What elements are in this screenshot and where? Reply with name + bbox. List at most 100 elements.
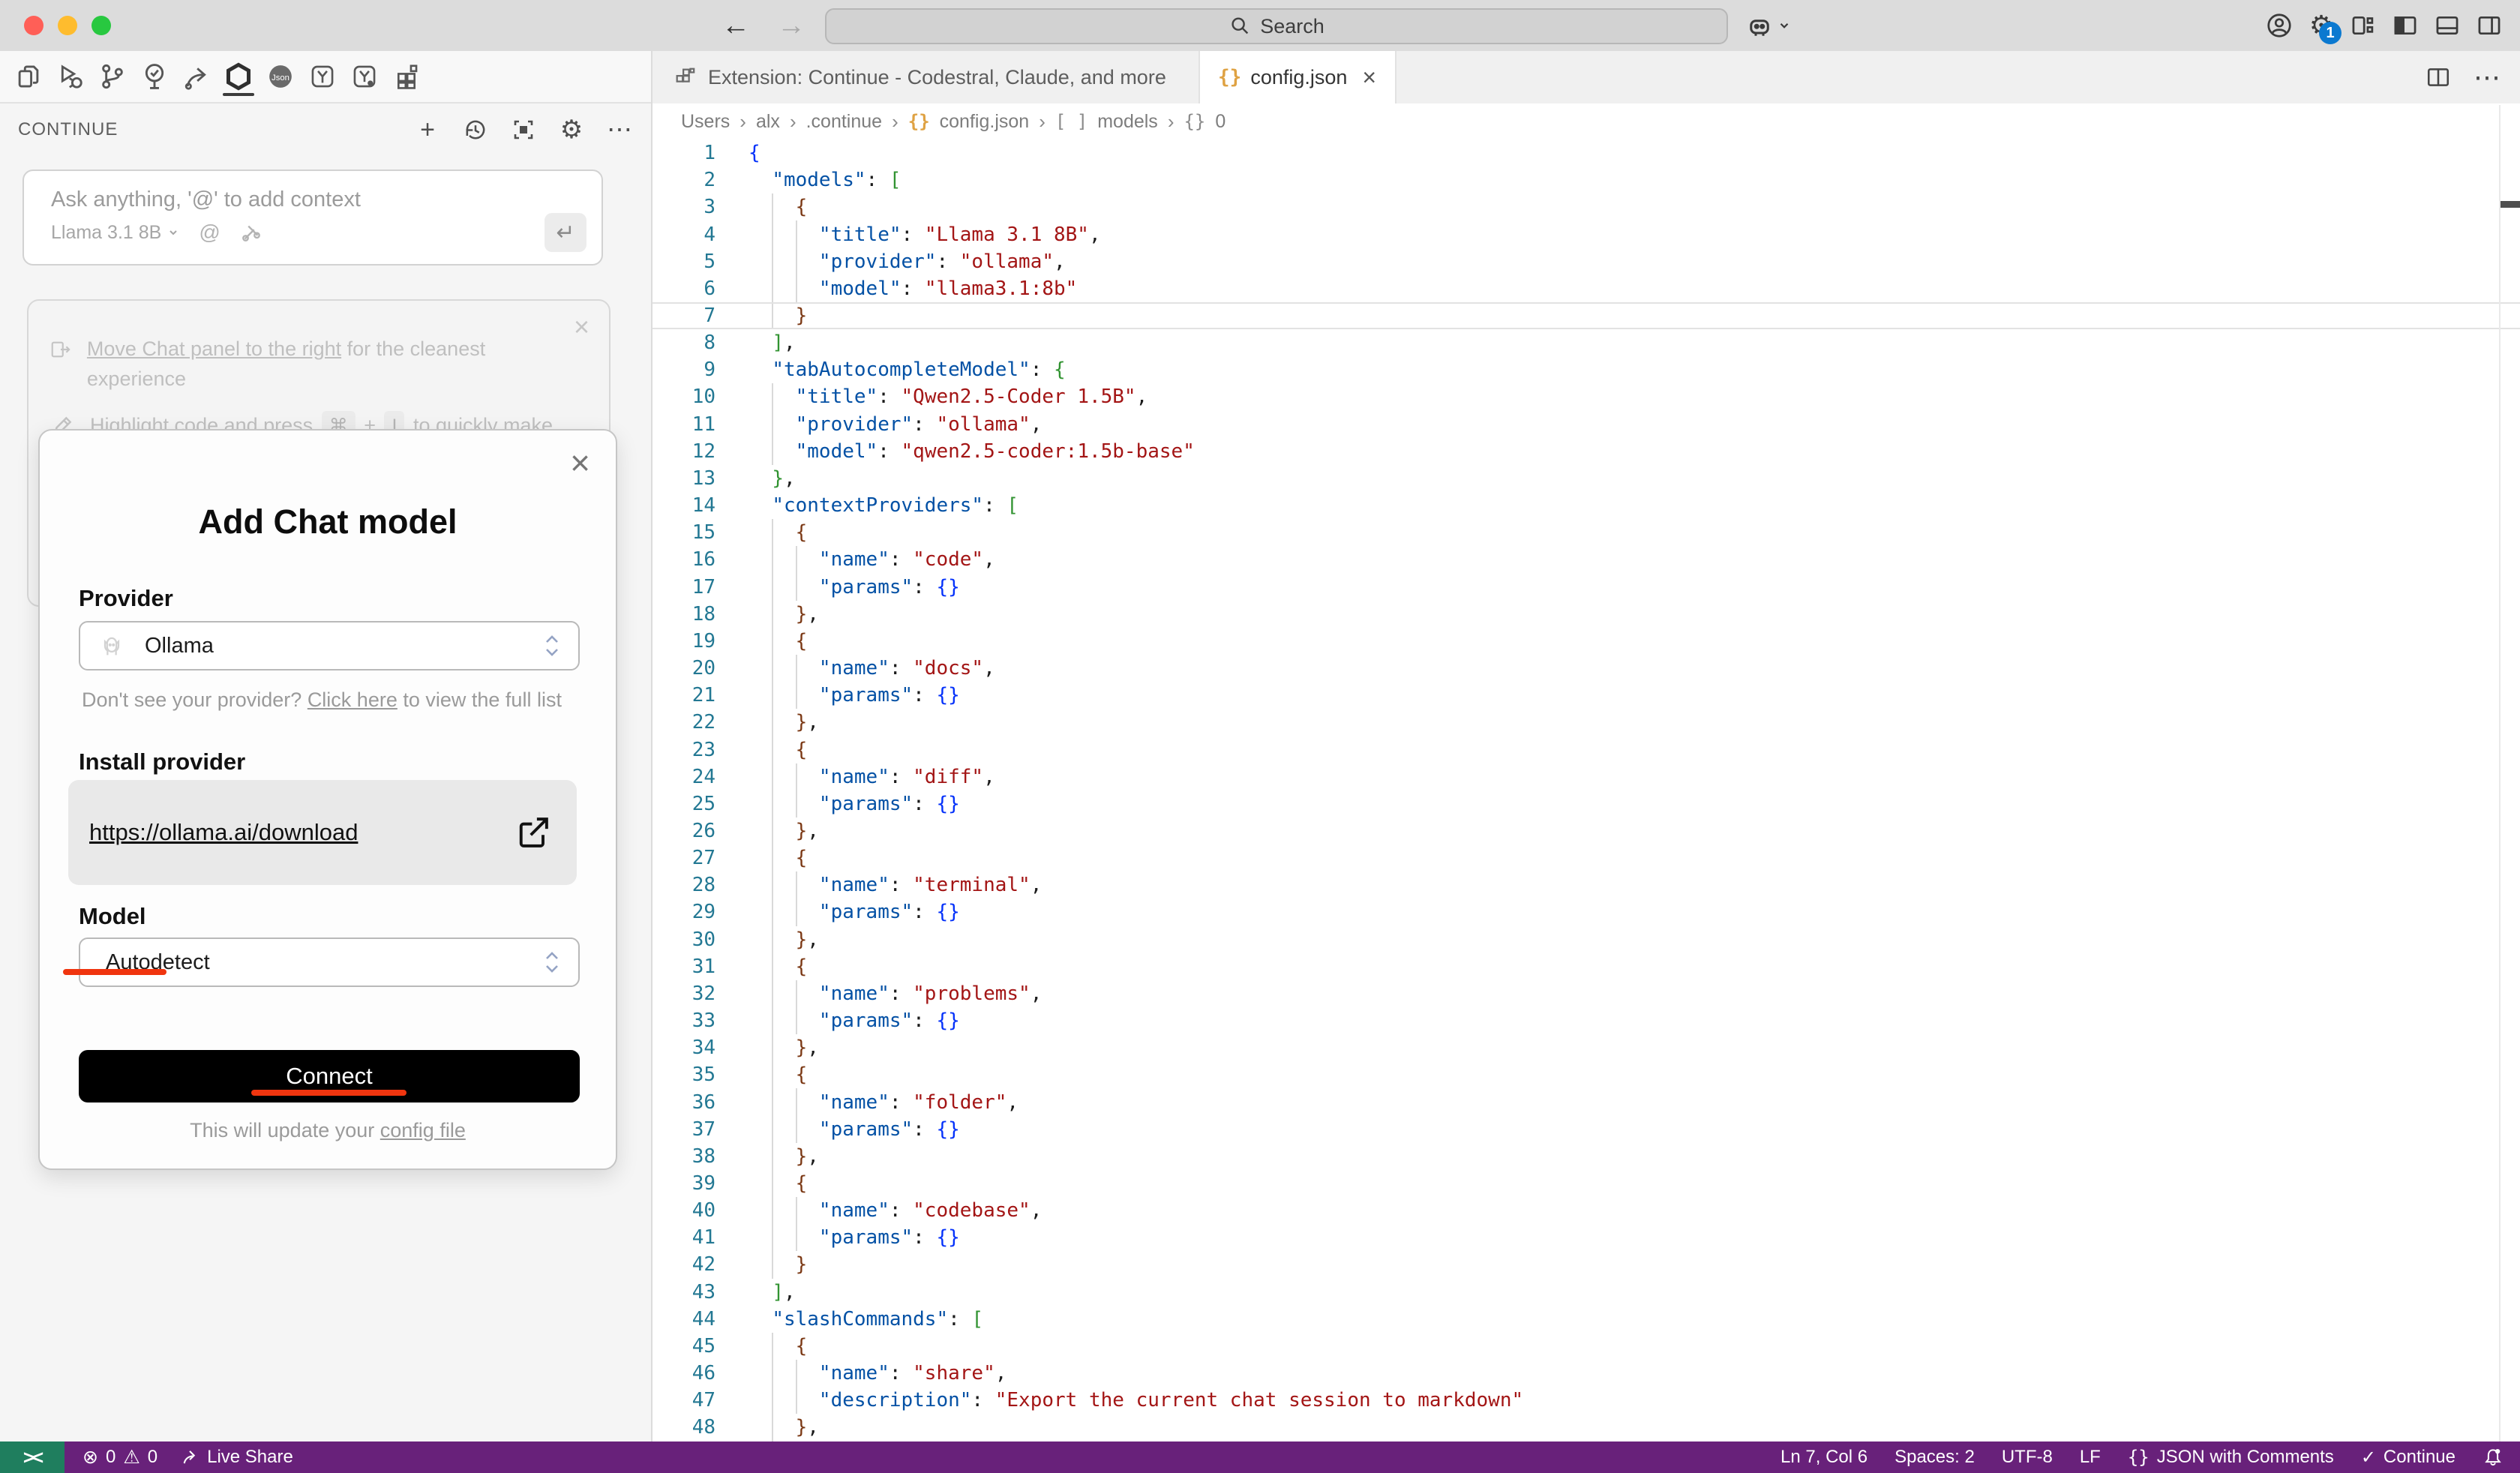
code-line[interactable]: 7 } [652,302,2520,329]
move-chat-panel-link[interactable]: Move Chat panel to the right [87,338,341,360]
code-line[interactable]: 41 "params": {} [652,1224,2520,1251]
line-number[interactable]: 48 [652,1416,716,1438]
click-here-link[interactable]: Click here [308,688,398,711]
line-number[interactable]: 16 [652,548,716,571]
code-line[interactable]: 31 { [652,953,2520,980]
code-line[interactable]: 34 }, [652,1034,2520,1061]
code-line[interactable]: 33 "params": {} [652,1007,2520,1034]
code-line[interactable]: 3 { [652,194,2520,220]
code-line[interactable]: 9 "tabAutocompleteModel": { [652,356,2520,383]
run-debug-icon[interactable] [54,56,87,98]
line-number[interactable]: 17 [652,576,716,598]
toggle-secondary-sidebar-icon[interactable] [2475,11,2504,40]
code-line[interactable]: 26 }, [652,818,2520,844]
code-line[interactable]: 18 }, [652,601,2520,628]
forward-icon[interactable]: → [777,10,806,42]
line-number[interactable]: 35 [652,1064,716,1086]
line-number[interactable]: 15 [652,521,716,544]
remote-indicator[interactable]: >< [0,1442,64,1473]
close-icon[interactable]: × [574,311,590,343]
line-number[interactable]: 29 [652,901,716,923]
model-selector[interactable]: Llama 3.1 8B [51,222,179,244]
code-line[interactable]: 12 "model": "qwen2.5-coder:1.5b-base" [652,438,2520,465]
json-extension-icon[interactable]: Json [264,56,297,98]
close-tab-icon[interactable]: × [1362,64,1376,92]
code-line[interactable]: 17 "params": {} [652,574,2520,601]
code-line[interactable]: 16 "name": "code", [652,546,2520,573]
code-line[interactable]: 43 ], [652,1279,2520,1306]
line-number[interactable]: 5 [652,250,716,273]
code-line[interactable]: 10 "title": "Qwen2.5-Coder 1.5B", [652,383,2520,410]
add-context-icon[interactable]: @ [199,220,220,244]
indentation[interactable]: Spaces: 2 [1894,1447,1975,1468]
minimize-window-button[interactable] [58,16,77,35]
line-number[interactable]: 30 [652,928,716,951]
external-link-icon[interactable] [512,812,554,854]
line-number[interactable]: 7 [652,304,716,327]
code-line[interactable]: 30 }, [652,926,2520,953]
code-line[interactable]: 36 "name": "folder", [652,1088,2520,1115]
editor-more-icon[interactable]: ⋯ [2474,62,2500,93]
line-number[interactable]: 25 [652,793,716,815]
files-icon[interactable] [12,56,45,98]
line-number[interactable]: 21 [652,684,716,706]
testing-icon[interactable] [138,56,171,98]
code-line[interactable]: 40 "name": "codebase", [652,1197,2520,1224]
code-line[interactable]: 27 { [652,844,2520,872]
continue-status[interactable]: ✓ Continue [2361,1447,2456,1468]
code-line[interactable]: 29 "params": {} [652,898,2520,926]
line-number[interactable]: 40 [652,1199,716,1222]
search-input[interactable]: Search [825,8,1728,44]
zoom-window-button[interactable] [92,16,111,35]
line-number[interactable]: 18 [652,603,716,626]
live-share-button[interactable]: Live Share [180,1447,293,1468]
code-line[interactable]: 6 "model": "llama3.1:8b" [652,275,2520,302]
ollama-download-link[interactable]: https://ollama.ai/download [89,819,358,846]
notifications-bell[interactable] [2482,1447,2504,1468]
line-number[interactable]: 3 [652,196,716,218]
customize-layout-icon[interactable] [2349,11,2378,40]
close-window-button[interactable] [24,16,44,35]
split-editor-icon[interactable] [2426,64,2451,90]
cursor-position[interactable]: Ln 7, Col 6 [1780,1447,1868,1468]
line-number[interactable]: 44 [652,1308,716,1330]
provider-select[interactable]: Ollama [79,621,580,670]
breadcrumb-models[interactable]: models [1097,111,1158,133]
code-line[interactable]: 48 }, [652,1414,2520,1441]
code-line[interactable]: 5 "provider": "ollama", [652,248,2520,275]
new-chat-icon[interactable]: + [414,116,441,143]
line-number[interactable]: 33 [652,1010,716,1032]
breadcrumb-users[interactable]: Users [681,111,730,133]
breadcrumb-config-json[interactable]: config.json [940,111,1030,133]
line-number[interactable]: 20 [652,657,716,680]
code-line[interactable]: 8 ], [652,329,2520,356]
code-line[interactable]: 32 "name": "problems", [652,980,2520,1007]
code-line[interactable]: 39 { [652,1170,2520,1197]
code-line[interactable]: 35 { [652,1061,2520,1088]
code-line[interactable]: 45 { [652,1333,2520,1360]
tools-icon[interactable] [240,221,262,244]
blocks-icon[interactable] [390,56,423,98]
code-editor[interactable]: 1 { 2 "models": [ 3 { 4 "title": "Llama … [652,140,2520,1442]
line-number[interactable]: 32 [652,982,716,1005]
line-number[interactable]: 24 [652,766,716,788]
settings-gear-icon[interactable]: ⚙ 1 [2307,11,2336,40]
line-number[interactable]: 12 [652,440,716,463]
model-select[interactable]: Autodetect [79,938,580,987]
code-line[interactable]: 15 { [652,519,2520,546]
toggle-sidebar-icon[interactable] [2391,11,2420,40]
chat-input-card[interactable]: Ask anything, '@' to add context Llama 3… [22,170,603,266]
code-line[interactable]: 24 "name": "diff", [652,764,2520,790]
code-line[interactable]: 2 "models": [ [652,166,2520,194]
code-line[interactable]: 28 "name": "terminal", [652,872,2520,898]
line-number[interactable]: 19 [652,630,716,652]
fullscreen-icon[interactable] [510,116,537,143]
code-line[interactable]: 4 "title": "Llama 3.1 8B", [652,220,2520,248]
code-line[interactable]: 21 "params": {} [652,682,2520,709]
account-icon[interactable] [2265,11,2294,40]
overview-ruler[interactable] [2499,105,2520,1442]
toggle-panel-icon[interactable] [2433,11,2462,40]
line-number[interactable]: 9 [652,358,716,381]
code-line[interactable]: 46 "name": "share", [652,1360,2520,1387]
line-number[interactable]: 26 [652,820,716,842]
